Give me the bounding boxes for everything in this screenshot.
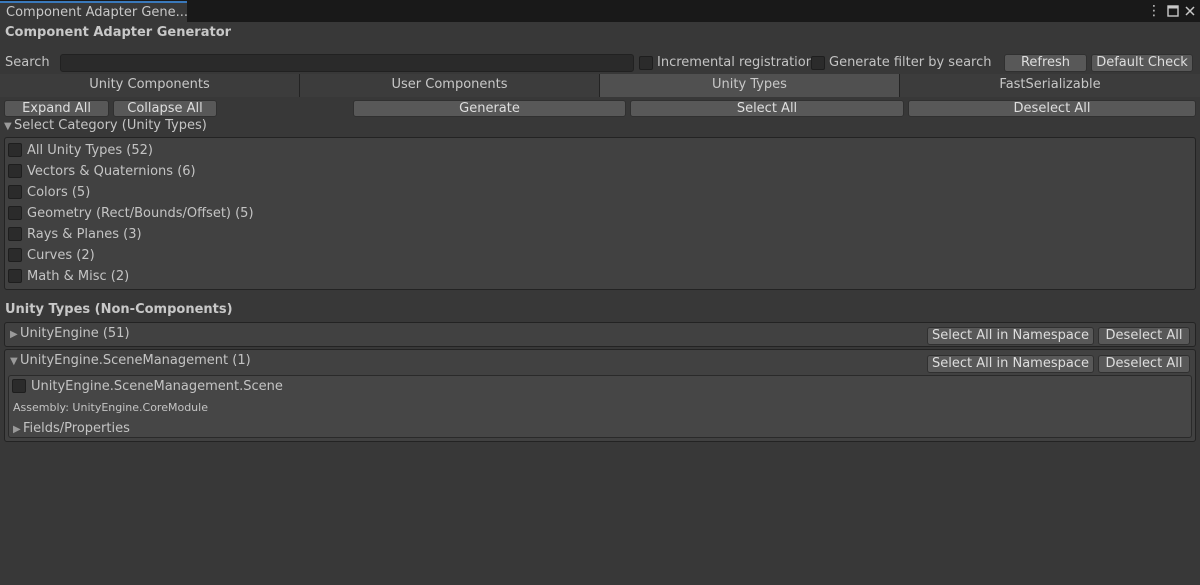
type-name: UnityEngine.SceneManagement.Scene xyxy=(31,378,283,394)
close-icon[interactable] xyxy=(1182,2,1198,22)
category-checkbox[interactable] xyxy=(8,248,22,262)
window-tab[interactable]: Component Adapter Gene... xyxy=(0,1,187,22)
list-item[interactable]: Geometry (Rect/Bounds/Offset) (5) xyxy=(8,204,254,222)
foldout-expanded-icon: ▼ xyxy=(4,121,12,132)
generate-filter-checkbox[interactable] xyxy=(811,56,825,70)
type-checkbox[interactable] xyxy=(12,379,26,393)
tab-unity-types[interactable]: Unity Types xyxy=(600,74,900,97)
category-checkbox[interactable] xyxy=(8,185,22,199)
foldout-collapsed-icon: ▶ xyxy=(10,329,18,340)
maximize-icon[interactable] xyxy=(1165,2,1181,22)
refresh-button[interactable]: Refresh xyxy=(1004,54,1087,72)
generate-filter-label: Generate filter by search xyxy=(829,55,992,70)
category-checkbox[interactable] xyxy=(8,206,22,220)
search-label: Search xyxy=(5,55,50,70)
list-item[interactable]: Rays & Planes (3) xyxy=(8,225,142,243)
namespace-name: UnityEngine (51) xyxy=(20,326,130,341)
foldout-expanded-icon: ▼ xyxy=(10,356,18,367)
deselect-all-button[interactable]: Deselect All xyxy=(908,100,1196,117)
list-item[interactable]: Colors (5) xyxy=(8,183,90,201)
default-check-button[interactable]: Default Check xyxy=(1091,54,1193,72)
search-input[interactable] xyxy=(60,54,634,72)
namespace-header[interactable]: ▶ UnityEngine (51) xyxy=(10,326,130,341)
category-checkbox[interactable] xyxy=(8,164,22,178)
fields-properties-foldout[interactable]: ▶ Fields/Properties xyxy=(13,421,130,436)
generate-button[interactable]: Generate xyxy=(353,100,626,117)
incremental-registration-checkbox[interactable] xyxy=(639,56,653,70)
deselect-all-namespace-button[interactable]: Deselect All xyxy=(1098,355,1190,373)
page-title: Component Adapter Generator xyxy=(5,25,232,40)
types-section-title: Unity Types (Non-Components) xyxy=(5,302,233,317)
deselect-all-namespace-button[interactable]: Deselect All xyxy=(1098,327,1190,345)
tab-unity-components[interactable]: Unity Components xyxy=(0,74,300,97)
select-all-namespace-button[interactable]: Select All in Namespace xyxy=(927,355,1094,373)
namespace-header[interactable]: ▼ UnityEngine.SceneManagement (1) xyxy=(10,353,251,368)
foldout-collapsed-icon: ▶ xyxy=(13,424,21,435)
select-all-button[interactable]: Select All xyxy=(630,100,904,117)
incremental-registration-label: Incremental registration xyxy=(657,55,814,70)
category-checkbox[interactable] xyxy=(8,227,22,241)
select-all-namespace-button[interactable]: Select All in Namespace xyxy=(927,327,1094,345)
category-checkbox[interactable] xyxy=(8,269,22,283)
list-item[interactable]: Curves (2) xyxy=(8,246,95,264)
tab-fast-serializable[interactable]: FastSerializable xyxy=(900,74,1200,97)
category-checkbox[interactable] xyxy=(8,143,22,157)
list-item[interactable]: All Unity Types (52) xyxy=(8,141,153,159)
kebab-menu-icon[interactable]: ⋮ xyxy=(1146,2,1162,20)
list-item[interactable]: Vectors & Quaternions (6) xyxy=(8,162,196,180)
list-item[interactable]: Math & Misc (2) xyxy=(8,267,129,285)
expand-all-button[interactable]: Expand All xyxy=(4,100,109,117)
assembly-label: Assembly: UnityEngine.CoreModule xyxy=(13,401,208,414)
namespace-name: UnityEngine.SceneManagement (1) xyxy=(20,353,251,368)
tab-user-components[interactable]: User Components xyxy=(300,74,600,97)
category-foldout[interactable]: ▼ Select Category (Unity Types) xyxy=(4,118,207,133)
type-entry[interactable]: UnityEngine.SceneManagement.Scene xyxy=(12,377,283,395)
fields-properties-label: Fields/Properties xyxy=(23,421,130,436)
category-title: Select Category (Unity Types) xyxy=(14,118,207,133)
collapse-all-button[interactable]: Collapse All xyxy=(113,100,217,117)
